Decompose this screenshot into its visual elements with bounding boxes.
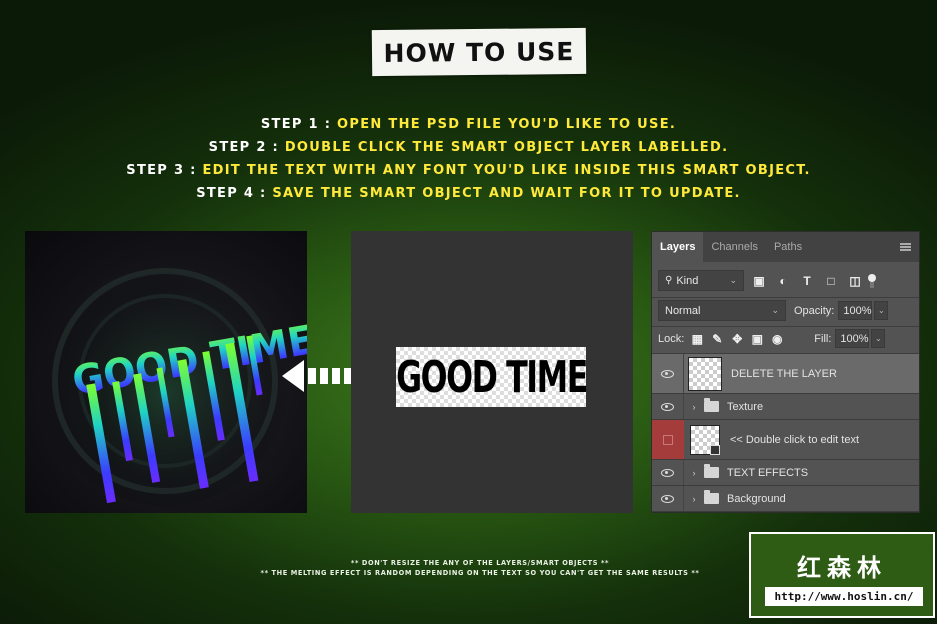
filter-toggle[interactable] [868,273,876,288]
step-3: STEP 3 : EDIT THE TEXT WITH ANY FONT YOU… [0,159,937,182]
visibility-toggle[interactable] [652,394,684,419]
opacity-label: Opacity: [794,304,835,317]
result-preview-image: GOOD TIME [25,231,307,513]
lock-position-icon[interactable]: ✥ [728,330,746,348]
step-2: STEP 2 : DOUBLE CLICK THE SMART OBJECT L… [0,136,937,159]
adjustment-filter-icon[interactable]: ◐ [774,272,792,290]
tab-layers[interactable]: Layers [652,232,704,262]
layer-row-texture[interactable]: › Texture [652,394,919,420]
fill-dropdown-icon[interactable]: ⌄ [871,329,886,348]
layer-row-delete[interactable]: DELETE THE LAYER [652,354,919,394]
blend-mode-value: Normal [665,304,701,317]
melting-text-art: GOOD TIME [40,256,307,506]
lock-paint-icon[interactable]: ✎ [708,330,726,348]
smart-object-text: GOOD TIME [395,351,588,403]
eye-icon [661,468,674,477]
layer-name: Background [727,492,786,505]
page-title: HOW TO USE [383,36,575,68]
notes: ** DON'T RESIZE THE ANY OF THE LAYERS/SM… [230,558,730,578]
visibility-toggle[interactable] [652,460,684,485]
filter-row: ⚲ Kind ⌄ ▣ ◐ T □ ◫ [658,270,916,291]
folder-icon [704,490,719,504]
visibility-toggle[interactable] [652,354,684,393]
step-label: STEP 2 : [208,140,279,155]
panel-tabs: Layers Channels Paths [652,232,919,262]
step-text: SAVE THE SMART OBJECT AND WAIT FOR IT TO… [272,186,741,201]
steps-list: STEP 1 : OPEN THE PSD FILE YOU'D LIKE TO… [0,113,937,205]
smart-object-canvas: GOOD TIME [395,347,588,407]
layer-name: Texture [727,400,764,413]
step-text: DOUBLE CLICK THE SMART OBJECT LAYER LABE… [284,140,729,155]
lock-label: Lock: [658,332,685,345]
layer-thumbnail [688,356,722,391]
layer-name: << Double click to edit text [730,433,860,446]
lock-artboard-icon[interactable]: ▣ [748,330,766,348]
eye-icon [661,494,674,503]
folder-icon [704,464,719,478]
folder-icon [704,398,719,412]
fill-label: Fill: [814,332,832,345]
title-banner: HOW TO USE [371,27,587,77]
lock-transparent-icon[interactable]: ▦ [688,330,706,348]
type-filter-icon[interactable]: T [798,272,816,290]
smart-object-preview: GOOD TIME [351,231,633,513]
filter-kind-select[interactable]: ⚲ Kind ⌄ [658,270,744,291]
layer-name: TEXT EFFECTS [727,466,809,479]
note-line: ** THE MELTING EFFECT IS RANDOM DEPENDIN… [260,569,700,577]
watermark-title: 红森林 [797,554,887,582]
step-text: OPEN THE PSD FILE YOU'D LIKE TO USE. [337,117,677,132]
smart-object-badge-icon [710,444,720,455]
eye-icon [661,369,674,378]
expand-caret-icon[interactable]: › [688,494,700,504]
step-label: STEP 4 : [196,186,267,201]
blend-row: Normal ⌄ Opacity: 100% ⌄ [658,300,916,321]
layer-name: DELETE THE LAYER [731,367,837,380]
fill-input[interactable]: 100% [835,329,870,348]
lock-row: Lock: ▦ ✎ ✥ ▣ ◉ Fill: 100% ⌄ [658,329,916,348]
layer-row-background[interactable]: › Background [652,486,919,512]
search-icon: ⚲ [665,275,673,286]
step-4: STEP 4 : SAVE THE SMART OBJECT AND WAIT … [0,182,937,205]
smart-object-filter-icon[interactable]: ◫ [846,272,864,290]
layers-panel: Layers Channels Paths ⚲ Kind ⌄ ▣ ◐ T □ ◫… [651,231,920,513]
layer-thumbnail [690,424,720,455]
lock-all-icon[interactable]: ◉ [768,330,786,348]
step-label: STEP 3 : [126,163,197,178]
opacity-dropdown-icon[interactable]: ⌄ [874,301,889,320]
chevron-down-icon: ⌄ [771,305,779,315]
blend-mode-select[interactable]: Normal ⌄ [658,300,786,321]
filter-kind-value: Kind [676,274,699,287]
layer-row-smart-object[interactable]: << Double click to edit text [652,420,919,460]
note-line: ** DON'T RESIZE THE ANY OF THE LAYERS/SM… [350,559,610,567]
eye-icon [661,402,674,411]
hidden-eye-icon [663,434,673,445]
expand-caret-icon[interactable]: › [688,402,700,412]
watermark-url: http://www.hoslin.cn/ [765,587,923,606]
watermark: 红森林 http://www.hoslin.cn/ [749,532,935,618]
visibility-toggle[interactable] [652,420,684,459]
step-1: STEP 1 : OPEN THE PSD FILE YOU'D LIKE TO… [0,113,937,136]
tab-paths[interactable]: Paths [766,232,810,262]
step-text: EDIT THE TEXT WITH ANY FONT YOU'D LIKE I… [202,163,811,178]
opacity-input[interactable]: 100% [838,301,873,320]
shape-filter-icon[interactable]: □ [822,272,840,290]
tab-channels[interactable]: Channels [703,232,765,262]
layer-row-text-effects[interactable]: › TEXT EFFECTS [652,460,919,486]
expand-caret-icon[interactable]: › [688,468,700,478]
image-filter-icon[interactable]: ▣ [750,272,768,290]
step-label: STEP 1 : [260,117,332,132]
visibility-toggle[interactable] [652,486,684,511]
panel-menu-icon[interactable] [900,243,911,251]
chevron-down-icon: ⌄ [729,275,737,285]
